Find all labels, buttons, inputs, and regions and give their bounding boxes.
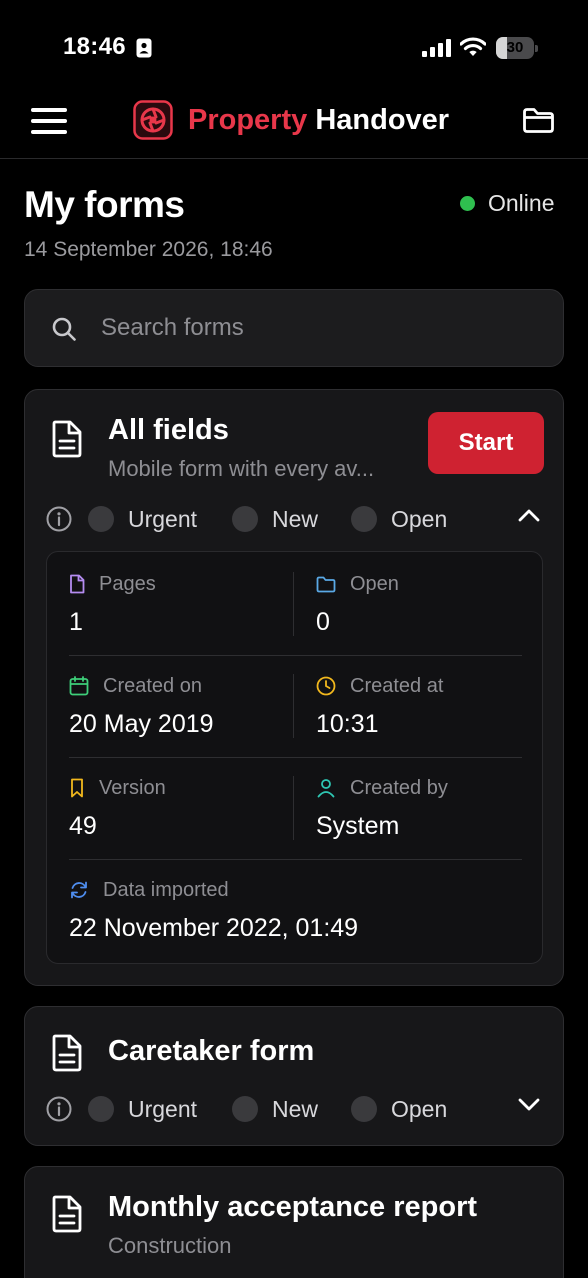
app-title: Property Handover bbox=[188, 104, 449, 137]
detail-data-imported: Data imported 22 November 2022, 01:49 bbox=[69, 878, 358, 943]
menu-button[interactable] bbox=[31, 108, 67, 134]
detail-open: Open 0 bbox=[316, 572, 399, 637]
info-icon[interactable] bbox=[46, 1096, 72, 1122]
form-details: Pages 1 Open 0 Created on 20 May 2019 Cr… bbox=[46, 551, 543, 964]
folder-icon[interactable] bbox=[522, 107, 555, 134]
user-icon bbox=[317, 779, 335, 798]
chevron-down-icon[interactable] bbox=[518, 1098, 540, 1112]
folder-icon bbox=[316, 576, 336, 592]
form-subtitle: Mobile form with every av... bbox=[108, 456, 375, 481]
brand-logo-icon bbox=[133, 100, 173, 140]
connection-status: Online bbox=[460, 190, 554, 217]
document-icon bbox=[52, 1195, 82, 1233]
detail-label: Open bbox=[350, 572, 399, 595]
form-card[interactable]: Caretaker form Urgent New Open bbox=[24, 1006, 564, 1146]
status-label: Urgent bbox=[128, 505, 198, 532]
status-new[interactable]: New bbox=[232, 504, 318, 534]
status-row: Urgent New Open bbox=[46, 1094, 546, 1124]
brand-primary: Property bbox=[188, 103, 308, 136]
current-datetime: 14 September 2026, 18:46 bbox=[24, 238, 273, 261]
detail-label: Created on bbox=[103, 674, 202, 697]
chevron-up-icon[interactable] bbox=[518, 508, 540, 522]
status-new[interactable]: New bbox=[232, 1094, 318, 1124]
status-time: 18:46 bbox=[63, 33, 126, 60]
detail-created-by: Created by System bbox=[316, 776, 448, 841]
brand: Property Handover bbox=[133, 100, 449, 140]
refresh-icon bbox=[71, 881, 87, 899]
page-icon bbox=[70, 574, 85, 594]
status-bar: 18:46 30 bbox=[0, 0, 588, 90]
clock-icon bbox=[316, 676, 336, 696]
document-icon bbox=[52, 1034, 82, 1072]
calendar-icon bbox=[69, 676, 89, 696]
detail-label: Version bbox=[99, 776, 166, 799]
form-card[interactable]: Monthly acceptance report Construction bbox=[24, 1166, 564, 1278]
detail-label: Data imported bbox=[103, 878, 229, 901]
online-indicator bbox=[460, 196, 475, 211]
status-open[interactable]: Open bbox=[351, 1094, 447, 1124]
wifi-icon bbox=[460, 37, 486, 56]
battery-level: 30 bbox=[506, 39, 524, 56]
status-open[interactable]: Open bbox=[351, 504, 447, 534]
app-header: Property Handover bbox=[0, 90, 588, 159]
detail-pages: Pages 1 bbox=[69, 572, 156, 637]
status-dot bbox=[351, 1096, 377, 1122]
detail-value: System bbox=[316, 812, 400, 840]
status-label: Open bbox=[391, 1095, 448, 1122]
start-button[interactable]: Start bbox=[428, 412, 544, 474]
search-icon bbox=[52, 317, 76, 341]
detail-created-on: Created on 20 May 2019 bbox=[69, 674, 214, 739]
detail-value: 22 November 2022, 01:49 bbox=[69, 914, 359, 942]
document-icon bbox=[52, 420, 82, 458]
status-dot bbox=[351, 506, 377, 532]
status-urgent[interactable]: Urgent bbox=[88, 1094, 197, 1124]
detail-value: 10:31 bbox=[316, 710, 379, 738]
status-dot bbox=[232, 506, 258, 532]
status-dot bbox=[88, 1096, 114, 1122]
status-label: New bbox=[272, 505, 319, 532]
status-urgent[interactable]: Urgent bbox=[88, 504, 197, 534]
status-label: New bbox=[272, 1095, 319, 1122]
detail-label: Created by bbox=[350, 776, 448, 799]
detail-value: 1 bbox=[69, 608, 83, 636]
search-bar[interactable] bbox=[24, 289, 564, 367]
form-card[interactable]: All fields Mobile form with every av... … bbox=[24, 389, 564, 986]
info-icon[interactable] bbox=[46, 506, 72, 532]
form-title: All fields bbox=[108, 414, 229, 446]
form-subtitle: Construction bbox=[108, 1233, 232, 1258]
connection-label: Online bbox=[488, 190, 555, 216]
battery-icon: 30 bbox=[496, 37, 538, 59]
page-title: My forms bbox=[24, 184, 185, 225]
form-title: Caretaker form bbox=[108, 1035, 315, 1067]
detail-created-at: Created at 10:31 bbox=[316, 674, 443, 739]
detail-label: Pages bbox=[99, 572, 156, 595]
detail-label: Created at bbox=[350, 674, 444, 697]
detail-version: Version 49 bbox=[69, 776, 166, 841]
brand-secondary: Handover bbox=[315, 103, 450, 136]
detail-value: 20 May 2019 bbox=[69, 710, 214, 738]
status-dot bbox=[88, 506, 114, 532]
search-input[interactable] bbox=[101, 290, 541, 366]
id-card-icon bbox=[136, 38, 152, 58]
bookmark-icon bbox=[71, 778, 83, 798]
detail-value: 49 bbox=[69, 812, 97, 840]
detail-value: 0 bbox=[316, 608, 330, 636]
signal-icon bbox=[422, 39, 451, 57]
status-label: Urgent bbox=[128, 1095, 198, 1122]
status-row: Urgent New Open bbox=[46, 504, 546, 534]
status-dot bbox=[232, 1096, 258, 1122]
status-label: Open bbox=[391, 505, 448, 532]
hamburger-icon bbox=[31, 108, 67, 112]
form-title: Monthly acceptance report bbox=[108, 1191, 478, 1223]
